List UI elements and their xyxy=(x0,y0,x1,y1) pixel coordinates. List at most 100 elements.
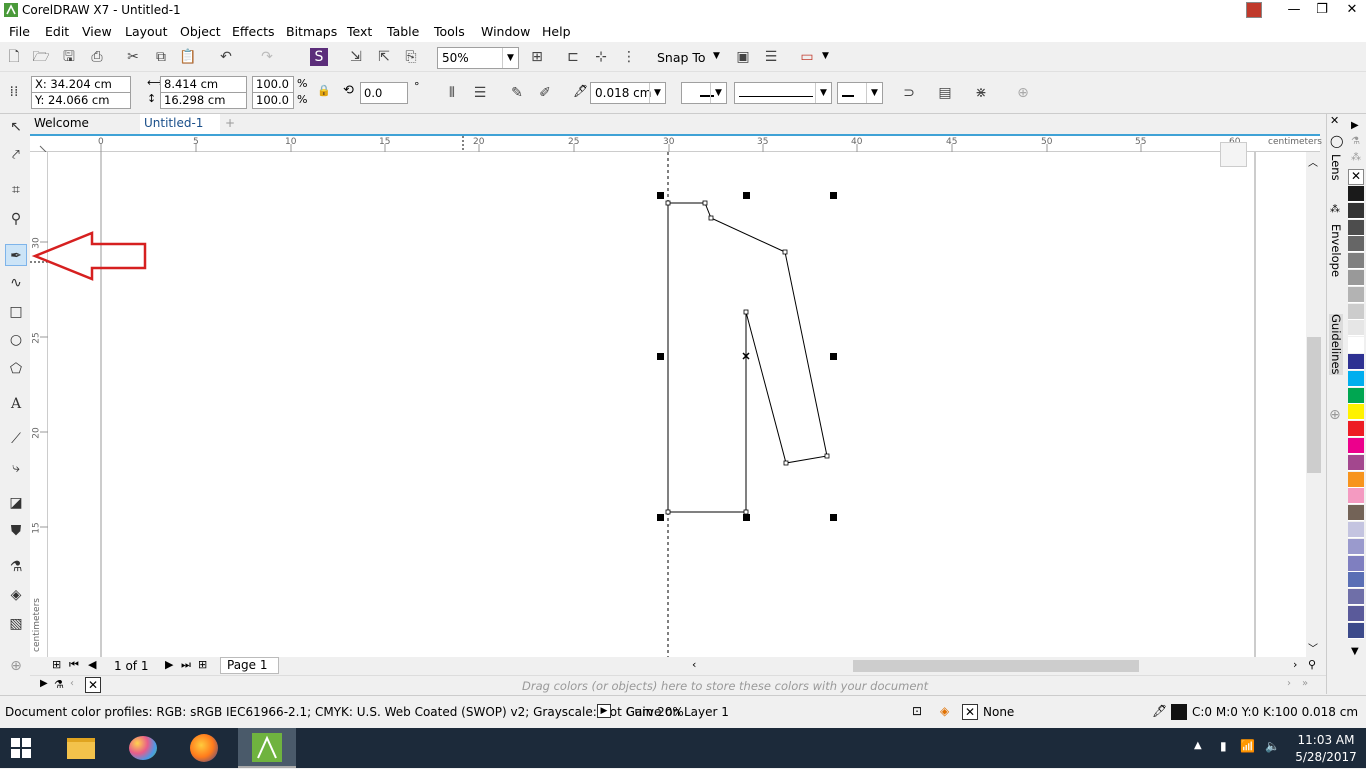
no-color-swatch[interactable]: ✕ xyxy=(1348,169,1364,185)
print-icon[interactable]: ⎙ xyxy=(86,46,108,68)
menu-window[interactable]: Window xyxy=(481,24,530,39)
color-swatch[interactable] xyxy=(1348,320,1364,337)
chevron-down-icon[interactable]: ▼ xyxy=(713,51,720,61)
vertical-scrollbar[interactable]: ︿ ﹀ xyxy=(1306,152,1322,657)
paste-icon[interactable]: 📋 xyxy=(177,46,199,68)
artistic-media-icon[interactable]: ∿ xyxy=(5,272,27,294)
color-swatch[interactable] xyxy=(1348,471,1364,488)
close-curve-icon[interactable]: ⊃ xyxy=(898,82,920,104)
menu-file[interactable]: File xyxy=(9,24,30,39)
color-swatch[interactable] xyxy=(1348,270,1364,286)
scroll-right-icon[interactable]: › xyxy=(1293,658,1297,671)
selection-handle[interactable] xyxy=(657,353,664,360)
y-position-field[interactable]: Y: 24.066 cm xyxy=(31,92,131,109)
color-swatch[interactable] xyxy=(1348,589,1364,606)
scroll-down-icon[interactable]: ﹀ xyxy=(1308,640,1318,655)
snap-to-button[interactable]: Snap To xyxy=(657,50,706,65)
palette-scroll-right-icon[interactable]: ▶ xyxy=(1351,120,1359,131)
object-origin-icon[interactable]: ⁞⁞ xyxy=(3,81,25,103)
x-position-field[interactable]: X: 34.204 cm xyxy=(31,76,131,93)
color-swatch[interactable] xyxy=(1348,253,1364,270)
first-page-icon[interactable]: ⏮ xyxy=(69,658,79,672)
publish-pdf-icon[interactable]: ⎘ xyxy=(400,46,422,68)
interactive-fill-icon[interactable]: ◈ xyxy=(5,584,27,606)
prev-page-icon[interactable]: ◀ xyxy=(88,658,96,671)
scroll-right-icon[interactable]: › xyxy=(1287,678,1291,689)
palette-options-icon[interactable]: ⁂ xyxy=(1351,152,1361,163)
line-style-combo[interactable]: ▼ xyxy=(734,82,832,104)
expand-icon[interactable]: ▶ xyxy=(40,678,48,689)
clock-time[interactable]: 11:03 AM xyxy=(1296,733,1356,747)
menu-view[interactable]: View xyxy=(82,24,112,39)
tab-untitled-1[interactable]: Untitled-1 xyxy=(140,114,220,134)
menu-object[interactable]: Object xyxy=(180,24,221,39)
docker-tab-guidelines[interactable]: Guidelines xyxy=(1329,314,1343,375)
menu-layout[interactable]: Layout xyxy=(125,24,168,39)
zoom-icon[interactable]: ⚲ xyxy=(1308,658,1316,671)
network-icon[interactable]: 📶 xyxy=(1240,739,1255,753)
coreldraw-taskbar-icon[interactable] xyxy=(238,728,296,768)
color-swatch[interactable] xyxy=(1348,219,1364,236)
selection-handle[interactable] xyxy=(743,514,750,521)
crop-tool-icon[interactable]: ⌗ xyxy=(5,179,27,201)
palette-menu-icon[interactable]: ‹ xyxy=(70,678,74,689)
pick-tool-icon[interactable]: ↖ xyxy=(5,116,27,138)
import-icon[interactable]: ⇲ xyxy=(345,46,367,68)
rotation-field[interactable]: 0.0 xyxy=(360,82,408,104)
polygon-tool-icon[interactable]: ⬠ xyxy=(5,358,27,380)
next-page-icon[interactable]: ▶ xyxy=(165,658,173,671)
drawing-canvas[interactable] xyxy=(48,142,1308,657)
height-field[interactable]: 16.298 cm xyxy=(160,92,247,109)
play-icon[interactable]: ▶ xyxy=(597,704,611,718)
application-launcher-icon[interactable]: ☰ xyxy=(760,46,782,68)
clock-date[interactable]: 5/28/2017 xyxy=(1292,750,1360,764)
launcher-icon[interactable]: ▭ xyxy=(796,46,818,68)
mirror-horizontal-icon[interactable]: ⫴ xyxy=(441,82,463,104)
add-tool-icon[interactable]: ⊕ xyxy=(5,655,27,677)
volume-icon[interactable]: 🔈 xyxy=(1265,739,1280,753)
menu-table[interactable]: Table xyxy=(387,24,419,39)
ellipse-tool-icon[interactable]: ○ xyxy=(5,329,27,351)
palette-scroll-down-icon[interactable]: ▼ xyxy=(1351,646,1359,657)
firefox-icon[interactable] xyxy=(176,728,234,768)
color-swatch[interactable] xyxy=(1348,505,1364,522)
tab-welcome-screen[interactable]: Welcome Screen xyxy=(30,114,136,149)
user-icon[interactable] xyxy=(1246,2,1262,18)
connector-tool-icon[interactable]: ⤷ xyxy=(5,457,27,479)
windows-start-icon[interactable] xyxy=(11,738,31,758)
scroll-thumb[interactable] xyxy=(853,660,1139,672)
shape-tool-icon[interactable]: ⤤ xyxy=(5,144,27,166)
drop-shadow-icon[interactable]: ◪ xyxy=(5,492,27,514)
selection-handle[interactable] xyxy=(830,353,837,360)
last-page-icon[interactable]: ⏭ xyxy=(181,658,191,672)
quick-customize-icon[interactable]: ⋇ xyxy=(970,82,992,104)
color-swatch[interactable] xyxy=(1348,488,1364,505)
show-grid-icon[interactable]: ⊹ xyxy=(590,46,612,68)
color-swatch[interactable] xyxy=(1348,421,1364,438)
undo-icon[interactable]: ↶ xyxy=(215,46,237,68)
options-icon[interactable]: ▣ xyxy=(732,46,754,68)
no-color-swatch[interactable]: ✕ xyxy=(85,677,101,693)
scale-x-field[interactable]: 100.0 xyxy=(252,76,294,93)
show-guidelines-icon[interactable]: ⋮ xyxy=(618,46,640,68)
scroll-thumb[interactable] xyxy=(1307,337,1321,473)
open-icon[interactable]: 🗁 xyxy=(30,46,52,68)
menu-help[interactable]: Help xyxy=(542,24,571,39)
new-icon[interactable]: 🗋 xyxy=(3,46,25,68)
horizontal-ruler[interactable]: 0 5 10 15 20 25 30 35 40 45 50 55 60 cen… xyxy=(30,134,1322,152)
page-tab-1[interactable]: Page 1 xyxy=(220,657,279,674)
color-swatch[interactable] xyxy=(1348,404,1364,421)
search-content-icon[interactable]: S xyxy=(310,48,328,66)
selection-handle[interactable] xyxy=(743,192,750,199)
node-edit-icon[interactable]: ✎ xyxy=(506,82,528,104)
color-swatch[interactable] xyxy=(1348,303,1364,320)
edit-pen-icon[interactable]: ✐ xyxy=(534,82,556,104)
docker-tab-envelope[interactable]: Envelope xyxy=(1329,224,1343,277)
chevron-down-icon[interactable]: ▼ xyxy=(822,51,829,61)
mirror-vertical-icon[interactable]: ☰ xyxy=(469,82,491,104)
width-field[interactable]: 8.414 cm xyxy=(160,76,247,93)
zoom-combo[interactable]: 50% ▼ xyxy=(437,47,519,69)
paint-icon[interactable] xyxy=(114,728,172,768)
save-icon[interactable]: 🖫 xyxy=(58,46,80,68)
copy-icon[interactable]: ⧉ xyxy=(150,46,172,68)
